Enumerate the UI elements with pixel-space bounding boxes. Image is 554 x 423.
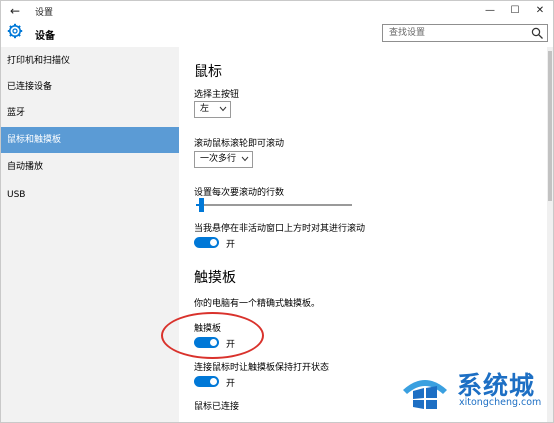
sidebar-item-mouse-touchpad[interactable]: 鼠标和触摸板 — [1, 127, 179, 153]
sidebar-item-connected-devices[interactable]: 已连接设备 — [1, 74, 179, 100]
watermark-url: xitongcheng.com — [459, 397, 542, 408]
scroll-label: 滚动鼠标滚轮即可滚动 — [194, 139, 285, 149]
sidebar-item-usb[interactable]: USB — [1, 182, 179, 208]
window-title: 设置 — [35, 8, 54, 18]
search-input[interactable] — [383, 25, 529, 41]
minimize-icon[interactable]: — — [479, 3, 501, 19]
content-scrollbar[interactable] — [547, 47, 553, 422]
primary-button-label: 选择主按钮 — [194, 90, 240, 100]
keep-on-state: 开 — [226, 379, 236, 389]
maximize-icon[interactable]: ☐ — [504, 3, 526, 19]
back-arrow-icon[interactable]: ← — [7, 3, 23, 19]
keep-on-toggle[interactable] — [194, 376, 219, 387]
sidebar-item-autoplay[interactable]: 自动播放 — [1, 154, 179, 180]
toggle-knob — [210, 239, 217, 246]
scrollbar-thumb[interactable] — [548, 51, 552, 201]
chevron-down-icon — [241, 156, 249, 162]
sidebar-item-printers[interactable]: 打印机和扫描仪 — [1, 48, 179, 74]
mouse-connected-label: 鼠标已连接 — [194, 402, 240, 412]
lines-slider-track[interactable] — [196, 204, 352, 206]
title-bar: ← 设置 — ☐ ✕ — [1, 1, 553, 21]
lines-slider-thumb[interactable] — [198, 198, 204, 212]
scroll-dropdown[interactable]: 一次多行 — [194, 151, 253, 168]
windows-logo-icon — [403, 380, 447, 409]
app-name: 设备 — [35, 31, 55, 42]
settings-window: ← 设置 — ☐ ✕ 设备 打印机和扫描仪 已连接设备 — [0, 0, 554, 423]
search-icon[interactable] — [531, 27, 544, 40]
touchpad-heading: 触摸板 — [194, 270, 236, 286]
app-header: 设备 — [1, 21, 553, 45]
mouse-heading: 鼠标 — [194, 64, 222, 80]
primary-button-value: 左 — [200, 104, 210, 114]
lines-label: 设置每次要滚动的行数 — [194, 188, 285, 198]
search-box[interactable] — [382, 24, 548, 42]
sidebar-item-bluetooth[interactable]: 蓝牙 — [1, 100, 179, 126]
inactive-scroll-state: 开 — [226, 240, 236, 250]
toggle-knob — [210, 378, 217, 385]
keep-on-label: 连接鼠标时让触摸板保持打开状态 — [194, 363, 330, 373]
inactive-scroll-toggle[interactable] — [194, 237, 219, 248]
primary-button-dropdown[interactable]: 左 — [194, 101, 231, 118]
sidebar: 打印机和扫描仪 已连接设备 蓝牙 鼠标和触摸板 自动播放 USB — [1, 47, 179, 422]
annotation-ring — [161, 312, 264, 359]
chevron-down-icon — [219, 106, 227, 112]
inactive-scroll-label: 当我悬停在非活动窗口上方时对其进行滚动 — [194, 224, 366, 234]
close-icon[interactable]: ✕ — [529, 3, 551, 19]
touchpad-description: 你的电脑有一个精确式触摸板。 — [194, 299, 321, 309]
gear-icon — [7, 23, 23, 39]
scroll-value: 一次多行 — [200, 154, 237, 164]
